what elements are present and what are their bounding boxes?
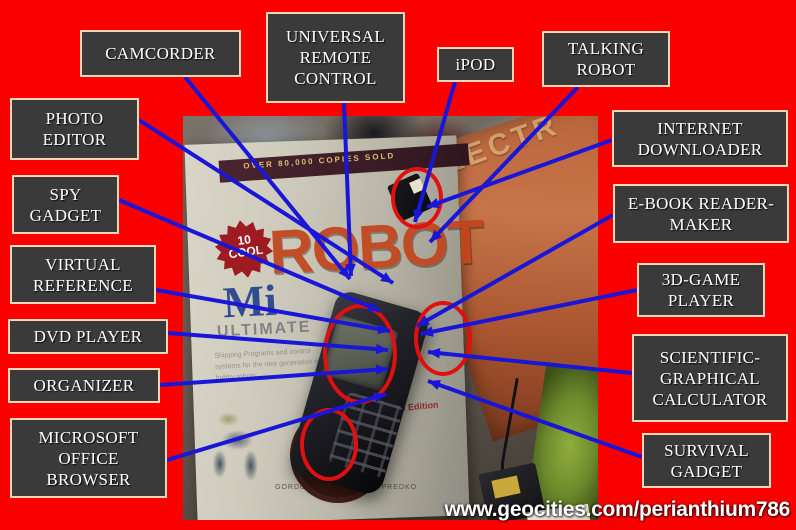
label-box-organizer[interactable]: ORGANIZER [8, 368, 160, 403]
label-box-talking-robot[interactable]: TALKING ROBOT [542, 31, 670, 87]
circle-phone-screen [323, 304, 397, 404]
book-body-text: Shipping Programs and control systems fo… [214, 347, 321, 382]
label-box-dvd-player[interactable]: DVD PLAYER [8, 319, 168, 354]
label-text-virtual-reference: VIRTUAL REFERENCE [33, 254, 133, 295]
label-text-3d-game-player: 3D-GAME PLAYER [661, 270, 741, 310]
label-text-photo-editor: PHOTO EDITOR [42, 109, 107, 149]
label-text-ipod: iPOD [455, 55, 496, 74]
label-box-ebook-reader-maker[interactable]: E-BOOK READER-MAKER [613, 184, 789, 243]
label-text-camcorder: CAMCORDER [105, 44, 216, 63]
website-url-caption: www.geocities.com/perianthium786 [444, 498, 790, 521]
book-title-text: ROBOT [267, 207, 485, 288]
label-box-camcorder[interactable]: CAMCORDER [80, 30, 241, 77]
product-photo: ELECTR OVER 80,000 COPIES SOLD 10 COOL R… [183, 116, 598, 520]
annotated-gadget-diagram: ELECTR OVER 80,000 COPIES SOLD 10 COOL R… [0, 0, 796, 530]
label-text-internet-downloader: INTERNET DOWNLOADER [637, 118, 763, 159]
toy-robot-illustration [199, 408, 273, 488]
label-box-scientific-calculator[interactable]: SCIENTIFIC-GRAPHICAL CALCULATOR [632, 334, 788, 422]
label-box-spy-gadget[interactable]: SPY GADGET [12, 175, 119, 234]
label-box-ipod[interactable]: iPOD [437, 47, 514, 82]
label-text-organizer: ORGANIZER [33, 376, 135, 395]
book-starburst-text: 10 COOL [227, 232, 264, 262]
circle-mini-gadget [300, 408, 358, 481]
label-box-universal-remote[interactable]: UNIVERSAL REMOTE CONTROL [266, 12, 405, 103]
label-box-3d-game-player[interactable]: 3D-GAME PLAYER [637, 263, 765, 317]
circle-top-gadget [391, 167, 443, 229]
label-box-survival-gadget[interactable]: SURVIVAL GADGET [642, 433, 771, 488]
label-text-dvd-player: DVD PLAYER [33, 327, 143, 346]
label-text-spy-gadget: SPY GADGET [29, 184, 102, 225]
label-box-virtual-reference[interactable]: VIRTUAL REFERENCE [10, 245, 156, 304]
circle-right-gadget [414, 301, 472, 376]
label-text-ebook-reader-maker: E-BOOK READER-MAKER [627, 193, 775, 234]
label-box-microsoft-office[interactable]: MICROSOFT OFFICE BROWSER [10, 418, 167, 498]
label-box-photo-editor[interactable]: PHOTO EDITOR [10, 98, 139, 160]
label-box-internet-downloader[interactable]: INTERNET DOWNLOADER [612, 110, 788, 167]
label-text-universal-remote: UNIVERSAL REMOTE CONTROL [285, 27, 386, 88]
label-text-microsoft-office: MICROSOFT OFFICE BROWSER [38, 427, 139, 489]
label-text-scientific-calculator: SCIENTIFIC-GRAPHICAL CALCULATOR [652, 347, 768, 409]
label-text-talking-robot: TALKING ROBOT [567, 39, 645, 79]
label-text-survival-gadget: SURVIVAL GADGET [664, 440, 749, 481]
